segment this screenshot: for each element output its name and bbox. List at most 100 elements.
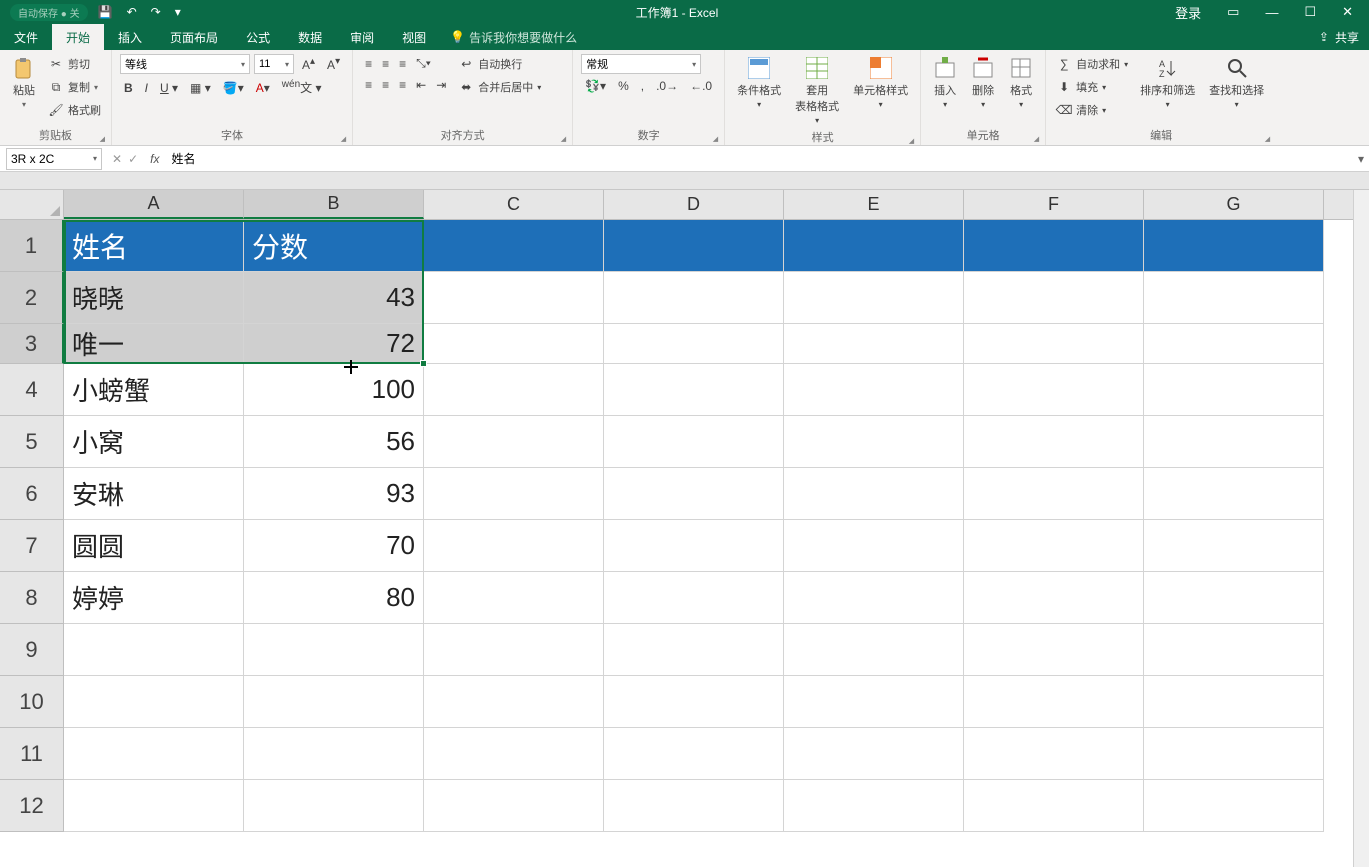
cell[interactable] (424, 468, 604, 520)
cell[interactable] (244, 728, 424, 780)
number-format-combo[interactable]: 常规▾ (581, 54, 701, 74)
cell[interactable]: 分数 (244, 220, 424, 272)
cancel-formula-icon[interactable]: ✕ (112, 152, 122, 166)
cell[interactable]: 56 (244, 416, 424, 468)
cell[interactable] (604, 520, 784, 572)
cell[interactable] (1144, 572, 1324, 624)
login-button[interactable]: 登录 (1169, 1, 1207, 24)
cell[interactable]: 72 (244, 324, 424, 364)
cell[interactable] (784, 272, 964, 324)
enter-formula-icon[interactable]: ✓ (128, 152, 138, 166)
font-name-combo[interactable]: 等线▾ (120, 54, 250, 74)
cell[interactable] (784, 624, 964, 676)
cell[interactable]: 93 (244, 468, 424, 520)
cell[interactable] (64, 780, 244, 832)
cell[interactable] (964, 416, 1144, 468)
cell[interactable] (64, 676, 244, 728)
cell[interactable] (244, 676, 424, 728)
increase-font-icon[interactable]: A▴ (298, 54, 319, 74)
cell[interactable]: 80 (244, 572, 424, 624)
cell[interactable]: 唯一 (64, 324, 244, 364)
redo-icon[interactable]: ↷ (147, 5, 165, 19)
cell[interactable] (64, 624, 244, 676)
cell[interactable] (1144, 324, 1324, 364)
clear-button[interactable]: ⌫清除 ▾ (1054, 100, 1130, 120)
cell[interactable] (244, 624, 424, 676)
cell[interactable] (424, 364, 604, 416)
fill-button[interactable]: ⬇填充 ▾ (1054, 77, 1130, 97)
bold-button[interactable]: B (120, 79, 137, 97)
cell[interactable] (784, 468, 964, 520)
fill-color-button[interactable]: 🪣▾ (219, 79, 248, 97)
sort-filter-button[interactable]: AZ排序和筛选▾ (1136, 54, 1199, 111)
cell[interactable] (604, 468, 784, 520)
save-icon[interactable]: 💾 (94, 5, 117, 19)
cell[interactable] (424, 676, 604, 728)
wrap-text-button[interactable]: ↩自动换行 (456, 54, 543, 74)
row-header[interactable]: 8 (0, 572, 64, 624)
cell[interactable]: 安琳 (64, 468, 244, 520)
cell[interactable] (424, 572, 604, 624)
cell[interactable] (784, 220, 964, 272)
cell[interactable]: 姓名 (64, 220, 244, 272)
cell[interactable] (244, 780, 424, 832)
cell[interactable]: 43 (244, 272, 424, 324)
format-as-table-button[interactable]: 套用 表格格式▾ (791, 54, 843, 127)
cell[interactable]: 婷婷 (64, 572, 244, 624)
cell[interactable] (424, 220, 604, 272)
expand-formula-bar-icon[interactable]: ▾ (1353, 152, 1369, 166)
cell[interactable]: 70 (244, 520, 424, 572)
cell[interactable] (604, 572, 784, 624)
tab-layout[interactable]: 页面布局 (156, 24, 232, 50)
cell[interactable] (1144, 676, 1324, 728)
cell[interactable] (964, 780, 1144, 832)
select-all-button[interactable] (0, 190, 64, 219)
cell[interactable] (964, 272, 1144, 324)
cell[interactable] (1144, 416, 1324, 468)
tab-insert[interactable]: 插入 (104, 24, 156, 50)
cell[interactable] (604, 676, 784, 728)
cell[interactable] (424, 728, 604, 780)
row-header[interactable]: 9 (0, 624, 64, 676)
decrease-font-icon[interactable]: A▾ (323, 54, 344, 74)
cell[interactable] (964, 676, 1144, 728)
minimize-icon[interactable]: — (1259, 3, 1284, 22)
autosum-button[interactable]: ∑自动求和 ▾ (1054, 54, 1130, 74)
col-header-a[interactable]: A (64, 190, 244, 219)
cell[interactable] (784, 676, 964, 728)
cell[interactable] (784, 780, 964, 832)
row-header[interactable]: 11 (0, 728, 64, 780)
cell[interactable] (964, 624, 1144, 676)
row-header[interactable]: 12 (0, 780, 64, 832)
cell[interactable] (424, 624, 604, 676)
cell[interactable] (604, 728, 784, 780)
cell[interactable] (784, 728, 964, 780)
comma-icon[interactable]: , (637, 77, 648, 95)
qat-customize-icon[interactable]: ▾ (171, 5, 185, 19)
cell[interactable] (424, 520, 604, 572)
cell[interactable] (784, 416, 964, 468)
find-select-button[interactable]: 查找和选择▾ (1205, 54, 1268, 111)
cell[interactable] (1144, 468, 1324, 520)
col-header-g[interactable]: G (1144, 190, 1324, 219)
align-right-icon[interactable]: ≡ (395, 76, 410, 94)
cell[interactable]: 晓晓 (64, 272, 244, 324)
cell[interactable] (604, 416, 784, 468)
cell[interactable] (64, 728, 244, 780)
row-header[interactable]: 3 (0, 324, 64, 364)
cell[interactable]: 圆圆 (64, 520, 244, 572)
align-top-icon[interactable]: ≡ (361, 55, 376, 73)
cell[interactable]: 小窝 (64, 416, 244, 468)
formula-input[interactable] (165, 148, 1353, 170)
insert-cells-button[interactable]: 插入▾ (929, 54, 961, 111)
decrease-indent-icon[interactable]: ⇤ (412, 76, 430, 94)
cell[interactable] (604, 272, 784, 324)
tab-view[interactable]: 视图 (388, 24, 440, 50)
col-header-d[interactable]: D (604, 190, 784, 219)
tab-home[interactable]: 开始 (52, 24, 104, 50)
cell[interactable] (1144, 780, 1324, 832)
align-center-icon[interactable]: ≡ (378, 76, 393, 94)
border-button[interactable]: ▦ ▾ (186, 79, 215, 97)
align-left-icon[interactable]: ≡ (361, 76, 376, 94)
currency-icon[interactable]: 💱▾ (581, 77, 610, 95)
